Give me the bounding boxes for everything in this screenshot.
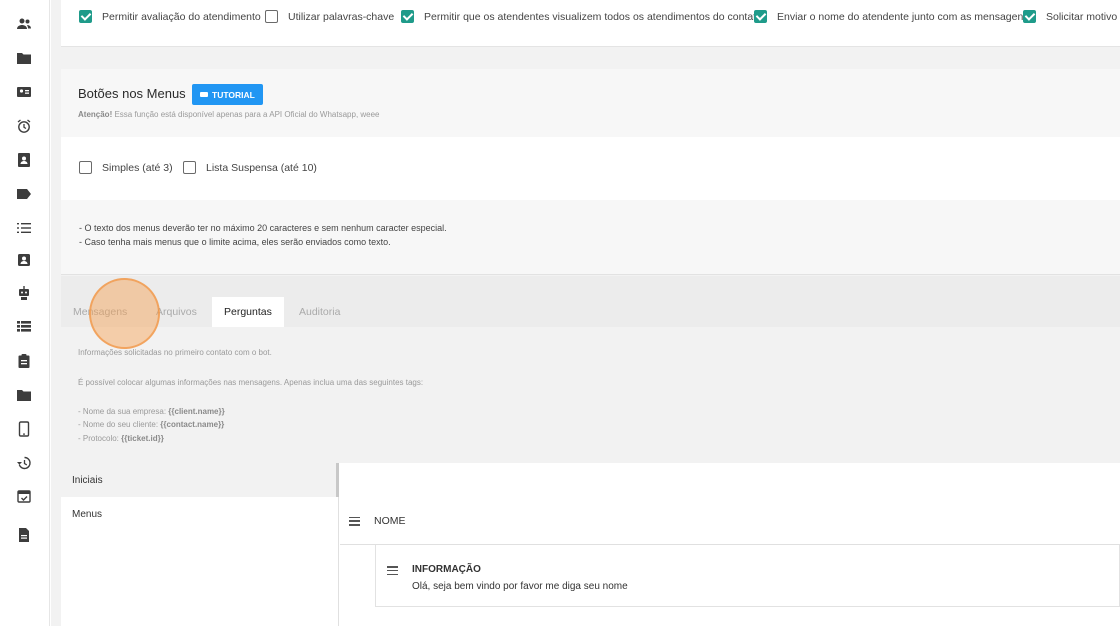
rule-text: - Caso tenha mais menus que o limite aci… bbox=[79, 237, 391, 247]
tag-line: - Nome do seu cliente: {{contact.name}} bbox=[78, 420, 224, 429]
info-text: É possível colocar algumas informações n… bbox=[78, 378, 424, 387]
tag-description: - Protocolo: bbox=[78, 434, 122, 443]
contacts-book-icon[interactable] bbox=[15, 151, 33, 169]
question-groups-list: Iniciais Menus bbox=[61, 463, 339, 626]
list-icon[interactable] bbox=[15, 219, 33, 237]
row-value: Olá, seja bem vindo por favor me diga se… bbox=[412, 581, 628, 592]
list-item-menus[interactable]: Menus bbox=[61, 497, 339, 531]
clipboard-icon[interactable] bbox=[15, 352, 33, 370]
option-label: Simples (até 3) bbox=[102, 161, 173, 174]
tag-icon[interactable] bbox=[15, 185, 33, 203]
option-view-all-tickets[interactable]: Permitir que os atendentes visualizem to… bbox=[401, 10, 762, 23]
column-header-nome: NOME bbox=[374, 515, 406, 527]
option-label: Solicitar motivo d bbox=[1046, 10, 1120, 23]
section-title: Botões nos Menus bbox=[78, 86, 186, 101]
tab-arquivos[interactable]: Arquivos bbox=[144, 297, 209, 327]
option-label: Lista Suspensa (até 10) bbox=[206, 161, 317, 174]
checkbox-checked[interactable] bbox=[754, 10, 767, 23]
warning-text: Essa função está disponível apenas para … bbox=[112, 110, 380, 119]
drag-handle-icon[interactable] bbox=[387, 566, 398, 575]
option-keywords[interactable]: Utilizar palavras-chave bbox=[265, 10, 394, 23]
menu-buttons-header: Botões nos Menus TUTORIAL Atenção! Essa … bbox=[61, 69, 1120, 137]
sidebar bbox=[0, 0, 50, 626]
tag-line: - Protocolo: {{ticket.id}} bbox=[78, 434, 164, 443]
warning-label: Atenção! bbox=[78, 110, 113, 119]
option-simple-menu[interactable]: Simples (até 3) bbox=[79, 161, 173, 174]
account-box-icon[interactable] bbox=[15, 251, 33, 269]
tag-description: - Nome da sua empresa: bbox=[78, 407, 169, 416]
rule-text: - O texto dos menus deverão ter no máxim… bbox=[79, 223, 447, 233]
option-allow-rating[interactable]: Permitir avaliação do atendimento bbox=[79, 10, 261, 23]
tutorial-label: TUTORIAL bbox=[212, 89, 255, 100]
tag-code: {{contact.name}} bbox=[160, 420, 225, 429]
checkbox-checked[interactable] bbox=[79, 10, 92, 23]
video-icon bbox=[200, 92, 208, 97]
tag-code: {{ticket.id}} bbox=[121, 434, 164, 443]
checkbox-unchecked[interactable] bbox=[265, 10, 278, 23]
api-warning-note: Atenção! Essa função está disponível ape… bbox=[78, 110, 380, 119]
folder-icon[interactable] bbox=[15, 386, 33, 404]
row-label: INFORMAÇÃO bbox=[412, 564, 481, 575]
people-icon[interactable] bbox=[15, 15, 33, 33]
main-content: Permitir avaliação do atendimento Utiliz… bbox=[51, 0, 1120, 626]
questions-info: Informações solicitadas no primeiro cont… bbox=[61, 327, 1120, 463]
table-header: NOME bbox=[349, 515, 406, 527]
bot-tabs: Mensagens Arquivos Perguntas Auditoria bbox=[61, 276, 1120, 327]
option-send-agent-name[interactable]: Enviar o nome do atendente junto com as … bbox=[754, 10, 1029, 23]
menu-rules: - O texto dos menus deverão ter no máxim… bbox=[61, 200, 1120, 275]
info-text: Informações solicitadas no primeiro cont… bbox=[78, 348, 272, 357]
checkbox-unchecked[interactable] bbox=[183, 161, 196, 174]
tutorial-button[interactable]: TUTORIAL bbox=[192, 84, 263, 105]
alarm-clock-icon[interactable] bbox=[15, 117, 33, 135]
option-label: Enviar o nome do atendente junto com as … bbox=[777, 10, 1029, 23]
table-row[interactable]: INFORMAÇÃO Olá, seja bem vindo por favor… bbox=[375, 545, 1120, 607]
file-document-icon[interactable] bbox=[15, 526, 33, 544]
tag-code: {{client.name}} bbox=[168, 407, 225, 416]
drag-handle-icon[interactable] bbox=[349, 516, 360, 526]
robot-icon[interactable] bbox=[15, 284, 33, 302]
menu-type-options: Simples (até 3) Lista Suspensa (até 10) bbox=[61, 137, 1120, 200]
tab-mensagens[interactable]: Mensagens bbox=[61, 297, 139, 327]
option-label: Permitir que os atendentes visualizem to… bbox=[424, 10, 762, 23]
checkbox-unchecked[interactable] bbox=[79, 161, 92, 174]
row-text: INFORMAÇÃO Olá, seja bem vindo por favor… bbox=[412, 564, 628, 592]
view-list-icon[interactable] bbox=[15, 317, 33, 335]
cellphone-icon[interactable] bbox=[15, 420, 33, 438]
history-icon[interactable] bbox=[15, 454, 33, 472]
tag-description: - Nome do seu cliente: bbox=[78, 420, 161, 429]
checkbox-checked[interactable] bbox=[1023, 10, 1036, 23]
contact-card-icon[interactable] bbox=[15, 83, 33, 101]
option-label: Permitir avaliação do atendimento bbox=[102, 10, 261, 23]
calendar-check-icon[interactable] bbox=[15, 487, 33, 505]
option-label: Utilizar palavras-chave bbox=[288, 10, 395, 23]
option-dropdown-list[interactable]: Lista Suspensa (até 10) bbox=[183, 161, 317, 174]
tab-auditoria[interactable]: Auditoria bbox=[287, 297, 352, 327]
folder-account-icon[interactable] bbox=[15, 49, 33, 67]
tag-line: - Nome da sua empresa: {{client.name}} bbox=[78, 407, 225, 416]
tab-perguntas[interactable]: Perguntas bbox=[212, 297, 284, 327]
list-item-iniciais[interactable]: Iniciais bbox=[61, 463, 339, 497]
checkbox-checked[interactable] bbox=[401, 10, 414, 23]
option-request-reason[interactable]: Solicitar motivo d bbox=[1023, 10, 1120, 23]
questions-editor: Iniciais Menus NOME INFORMAÇÃO Olá, seja… bbox=[61, 463, 1120, 626]
row-content: INFORMAÇÃO Olá, seja bem vindo por favor… bbox=[387, 564, 628, 592]
bot-options-bar: Permitir avaliação do atendimento Utiliz… bbox=[61, 0, 1120, 47]
